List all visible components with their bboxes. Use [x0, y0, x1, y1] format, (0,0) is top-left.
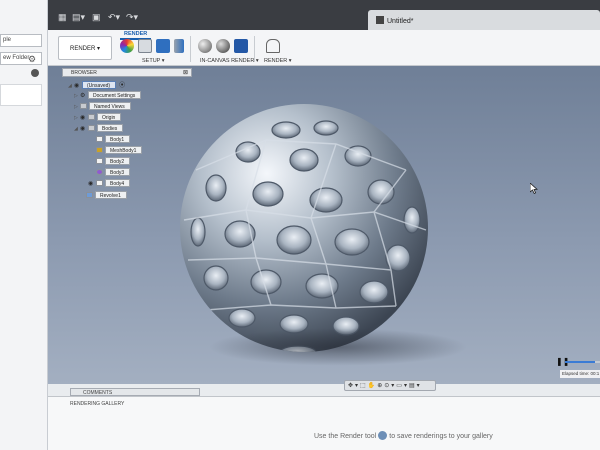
workspace-switcher-button[interactable]: RENDER ▾: [58, 36, 112, 60]
elapsed-time-label: Elapsed time: 00:1: [560, 370, 600, 378]
mesh-body-icon: [96, 147, 103, 153]
file-menu-icon[interactable]: ▤▾: [72, 12, 85, 23]
body-icon: [96, 158, 103, 164]
tree-item-label: MeshBody1: [105, 146, 143, 154]
render-progress-bar: [565, 361, 600, 363]
tree-item-body2[interactable]: Body2: [96, 157, 131, 166]
render-progress-fill: [565, 361, 595, 363]
body-colored-icon: [96, 169, 103, 175]
tree-item-label: Body4: [105, 179, 131, 187]
decal-icon[interactable]: [174, 39, 184, 53]
pan-hand-icon[interactable]: ✋: [368, 383, 377, 389]
capture-image-icon[interactable]: [234, 39, 248, 53]
tree-item-revolve1[interactable]: Revolve1: [86, 191, 127, 200]
eye-icon[interactable]: ◉: [74, 82, 82, 89]
eye-icon[interactable]: ◉: [80, 114, 88, 121]
rendering-gallery-title[interactable]: RENDERING GALLERY: [70, 401, 124, 407]
lattice-sphere-render: [180, 104, 428, 352]
body-icon: [96, 180, 103, 186]
appearance-icon[interactable]: [138, 39, 152, 53]
fit-icon[interactable]: ⊙▾: [384, 383, 396, 389]
revolve-feature-icon: [86, 192, 93, 198]
tree-item-label: (Unsaved): [82, 81, 117, 89]
tree-item-label: Origin: [97, 113, 122, 121]
close-icon[interactable]: ⊠: [183, 69, 188, 76]
grid-settings-icon[interactable]: ▤▾: [409, 383, 422, 389]
in-canvas-render-icon[interactable]: [198, 39, 212, 53]
document-title: Untitled*: [387, 18, 414, 25]
look-at-icon[interactable]: ⬚: [360, 383, 368, 389]
ribbon-toolbar: RENDER ▾ RENDER SETUP ▾ IN-CANVAS RENDER…: [48, 30, 600, 66]
tree-item-bodies[interactable]: ◢ ◉ Bodies: [74, 124, 124, 133]
scene-settings-icon[interactable]: [120, 39, 134, 53]
mouse-pointer-icon: [530, 183, 538, 194]
grid-menu-icon[interactable]: ▦: [58, 12, 67, 23]
gear-icon[interactable]: ⚙: [28, 54, 36, 65]
setup-group-label[interactable]: SETUP ▾: [142, 58, 165, 64]
tree-item-label: Body1: [105, 135, 131, 143]
tree-item-origin[interactable]: ▷ ◉ Origin: [74, 113, 122, 122]
redo-icon[interactable]: ↷▾: [126, 12, 138, 23]
save-icon[interactable]: ▣: [92, 12, 101, 23]
tree-item-label: Revolve1: [95, 191, 127, 199]
navigation-toolbar: ✥▾⬚✋⊕⊙▾▭▾▤▾: [344, 380, 436, 391]
folder-icon: [88, 114, 95, 120]
ribbon-separator: [190, 36, 191, 62]
tree-item-named-views[interactable]: ▷ Named Views: [74, 102, 131, 111]
document-cube-icon: [376, 16, 384, 24]
tree-item-label: Body3: [105, 168, 131, 176]
gallery-empty-hint: Use the Render tool to save renderings to…: [314, 431, 493, 440]
orbit-icon[interactable]: ✥▾: [348, 383, 360, 389]
tree-item-root[interactable]: ◢ ◉ (Unsaved) ⦿: [68, 80, 127, 89]
display-settings-icon[interactable]: ▭▾: [396, 383, 409, 389]
body-icon: [96, 136, 103, 142]
tree-item-body4[interactable]: ◉ Body4: [88, 179, 131, 188]
tree-item-label: Body2: [105, 157, 131, 165]
render-tool-icon: [378, 431, 388, 440]
render-group-label[interactable]: RENDER ▾: [264, 58, 292, 64]
document-tab[interactable]: Untitled*: [368, 10, 600, 30]
in-canvas-render-group-label[interactable]: IN-CANVAS RENDER ▾: [200, 58, 259, 64]
eye-icon[interactable]: ◉: [80, 125, 88, 132]
undo-icon[interactable]: ↶▾: [108, 12, 120, 23]
status-dot-icon: [31, 69, 39, 77]
comments-panel-header[interactable]: COMMENTS: [70, 388, 200, 396]
render-settings-icon[interactable]: [216, 39, 230, 53]
tree-item-meshbody1[interactable]: MeshBody1: [96, 146, 143, 155]
folder-icon: [80, 103, 87, 109]
folder-icon: [88, 125, 95, 131]
render-teapot-icon[interactable]: [266, 39, 280, 53]
rendering-gallery: RENDERING GALLERY Use the Render tool to …: [48, 396, 600, 450]
radio-active-icon[interactable]: ⦿: [119, 80, 127, 89]
browser-header[interactable]: BROWSER ⊠: [62, 68, 192, 77]
browser-title: BROWSER: [71, 70, 97, 76]
app-titlebar: ▦ ▤▾ ▣ ↶▾ ↷▾ Untitled*: [48, 0, 600, 30]
ribbon-separator: [254, 36, 255, 62]
texture-map-icon[interactable]: [156, 39, 170, 53]
eye-icon[interactable]: ◉: [88, 180, 96, 187]
tree-item-document-settings[interactable]: ▷ ⚙ Document Settings: [74, 91, 142, 100]
screen: ple ew Folder ⚙ ▦ ▤▾ ▣ ↶▾ ↷▾ Untitled* R…: [0, 0, 600, 450]
hint-text-prefix: Use the Render tool: [314, 433, 377, 440]
left-side-panel: ple ew Folder ⚙: [0, 0, 48, 450]
hint-text-suffix: to save renderings to your gallery: [389, 433, 493, 440]
tree-item-label: Document Settings: [88, 91, 142, 99]
left-panel-field[interactable]: ple: [0, 34, 42, 47]
browser-panel: BROWSER ⊠ ◢ ◉ (Unsaved) ⦿ ▷ ⚙ Document Settin…: [62, 68, 198, 200]
left-panel-list[interactable]: [0, 84, 42, 106]
settings-gear-icon: ⚙: [80, 93, 86, 99]
tree-item-label: Named Views: [89, 102, 131, 110]
tree-item-body3[interactable]: Body3: [96, 168, 131, 177]
tree-item-body1[interactable]: Body1: [96, 135, 131, 144]
tree-item-label: Bodies: [97, 124, 124, 132]
